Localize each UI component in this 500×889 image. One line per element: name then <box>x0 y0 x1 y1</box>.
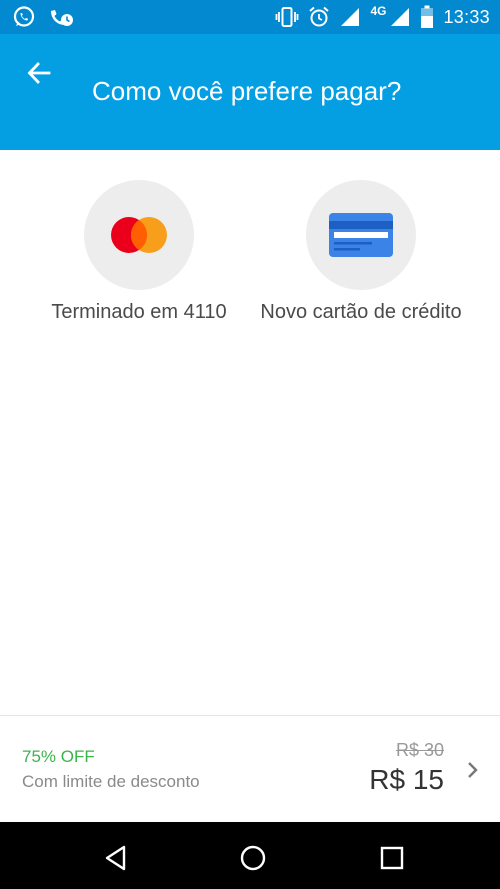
saved-card-option[interactable]: Terminado em 4110 <box>29 180 249 324</box>
new-credit-card-option[interactable]: Novo cartão de crédito <box>251 180 471 324</box>
network-type: 4G <box>370 4 387 18</box>
page-title: Como você prefere pagar? <box>92 76 402 106</box>
app-bar: Como você prefere pagar? <box>0 34 500 150</box>
credit-card-icon <box>329 213 393 257</box>
arrow-back-icon <box>27 62 51 84</box>
mastercard-icon <box>111 217 167 253</box>
nav-home-icon[interactable] <box>239 844 267 872</box>
new-card-icon-circle <box>306 180 416 290</box>
new-card-label: Novo cartão de crédito <box>260 301 462 323</box>
status-bar-system: 4G 13:33 <box>275 4 490 29</box>
price-summary[interactable]: 75% OFF Com limite de desconto R$ 30 R$ … <box>0 715 500 823</box>
discount-limit-note: Com limite de desconto <box>22 772 200 791</box>
final-price: R$ 15 <box>369 764 444 795</box>
saved-card-label: Terminado em 4110 <box>51 301 227 323</box>
chevron-right-icon <box>468 762 478 778</box>
back-button[interactable] <box>22 56 56 90</box>
nav-recents-icon[interactable] <box>378 844 406 872</box>
clock: 13:33 <box>443 6 490 27</box>
alarm-icon <box>309 6 330 27</box>
signal-icon <box>391 8 410 26</box>
whatsapp-icon <box>13 6 35 27</box>
system-nav-bar <box>0 822 500 889</box>
status-bar: 4G 13:33 <box>0 0 500 34</box>
original-price: R$ 30 <box>395 740 444 760</box>
nav-back-icon[interactable] <box>102 844 130 872</box>
saved-card-icon-circle <box>84 180 194 290</box>
discount-badge: 75% OFF <box>22 747 95 766</box>
signal-icon <box>341 8 360 26</box>
status-bar-notifications <box>12 5 74 29</box>
battery-icon <box>421 5 434 28</box>
vibrate-icon <box>276 7 299 27</box>
missed-call-icon <box>51 10 73 26</box>
